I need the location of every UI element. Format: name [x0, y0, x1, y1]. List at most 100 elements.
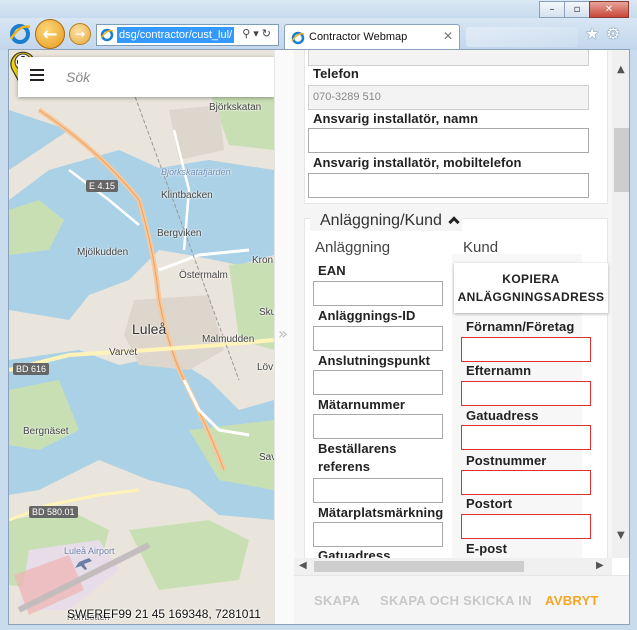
previous-field-input[interactable]: [308, 50, 589, 66]
browser-navbar: ← → dsg/contractor/cust_lul/ ⚲▾↻ Contrac…: [0, 18, 637, 50]
postnummer-input[interactable]: [461, 470, 591, 495]
maximize-button[interactable]: ▫: [564, 1, 590, 18]
road-shield-bd616: BD 616: [13, 363, 50, 375]
settings-gear-icon[interactable]: ⚙: [606, 24, 620, 43]
postort-input[interactable]: [461, 514, 591, 539]
ean-label: EAN: [318, 263, 346, 278]
form-scroll-area[interactable]: Telefon 070-3289 510 Ansvarig installatö…: [294, 50, 612, 558]
close-window-button[interactable]: ✕: [589, 1, 629, 18]
tab-close-icon[interactable]: ✕: [443, 29, 453, 43]
installer-mobile-input[interactable]: [308, 173, 589, 198]
cancel-button[interactable]: AVBRYT: [545, 593, 599, 608]
anlaggning-kund-section-header[interactable]: Anläggning/Kund: [310, 211, 462, 231]
copy-address-button[interactable]: KOPIERA ANLÄGGNINGSADRESS: [454, 263, 608, 313]
tab-label: Contractor Webmap: [309, 31, 408, 43]
map-label-malmudden: Malmudden: [202, 334, 255, 345]
postnummer-label: Postnummer: [466, 453, 547, 468]
window-controls: – ▫ ✕: [539, 1, 629, 18]
horizontal-scrollbar[interactable]: ◀ ▶: [294, 558, 612, 575]
inactive-tab-area[interactable]: [466, 27, 578, 47]
matarplatsmarkning-label: Mätarplatsmärkning: [318, 505, 444, 520]
chevron-up-icon[interactable]: [448, 216, 460, 228]
matarplatsmarkning-input[interactable]: [313, 522, 443, 547]
address-url[interactable]: dsg/contractor/cust_lul/: [117, 27, 235, 43]
installer-name-label: Ansvarig installatör, namn: [313, 111, 479, 126]
bestallarens-referens-label: Beställarens referens: [318, 441, 397, 474]
anlaggnings-id-input[interactable]: [313, 326, 443, 351]
map-search-input[interactable]: [66, 65, 256, 89]
map-label-bergviken: Bergviken: [157, 228, 202, 239]
postort-label: Postort: [466, 496, 513, 511]
create-and-submit-button[interactable]: SKAPA OCH SKICKA IN: [380, 593, 532, 608]
panel-splitter[interactable]: »: [274, 50, 294, 624]
vertical-scrollbar[interactable]: ▲ ▼: [612, 50, 629, 558]
map-label-sav: Sav: [259, 452, 274, 463]
map-label-mjolkudden: Mjölkudden: [77, 247, 129, 258]
map-search-bar: [18, 57, 274, 97]
scroll-left-icon[interactable]: ◀: [299, 560, 307, 571]
scroll-right-icon[interactable]: ▶: [596, 560, 604, 571]
installer-card: Telefon 070-3289 510 Ansvarig installatö…: [304, 50, 608, 204]
form-panel: Telefon 070-3289 510 Ansvarig installatö…: [294, 50, 612, 624]
refresh-icon[interactable]: ↻: [262, 27, 274, 40]
browser-logo-icon: [9, 24, 31, 44]
favorites-star-icon[interactable]: ★: [585, 24, 599, 43]
map-label-lulea: Luleå: [132, 321, 167, 337]
ean-input[interactable]: [313, 281, 443, 306]
map-label-klintbacken: Klintbacken: [161, 190, 213, 201]
map[interactable]: Björkskatan Björkskatafjärden Klintbacke…: [9, 50, 274, 624]
fornamn-label: Förnamn/Företag: [466, 319, 575, 334]
address-tools: ⚲▾↻: [242, 27, 274, 40]
matarnummer-input[interactable]: [313, 414, 443, 439]
map-label-ostermalm: Östermalm: [179, 270, 228, 281]
scroll-up-icon[interactable]: ▲: [617, 64, 625, 75]
hamburger-menu-icon[interactable]: [30, 69, 44, 83]
site-favicon-icon: [100, 28, 114, 42]
anslutningspunkt-label: Anslutningspunkt: [318, 353, 431, 368]
installer-mobile-label: Ansvarig installatör, mobiltelefon: [313, 155, 522, 170]
epost-label: E-post: [466, 541, 508, 556]
dropdown-icon[interactable]: ▾: [253, 27, 262, 40]
road-shield-bd58001: BD 580.01: [29, 506, 78, 518]
arrow-right-icon: →: [74, 27, 86, 41]
address-bar[interactable]: dsg/contractor/cust_lul/ ⚲▾↻: [96, 24, 279, 46]
map-label-sku: Sku: [259, 307, 274, 318]
efternamn-input[interactable]: [461, 381, 591, 406]
telefon-label: Telefon: [313, 66, 359, 81]
page-viewport: Björkskatan Björkskatafjärden Klintbacke…: [8, 49, 630, 625]
double-chevron-right-icon[interactable]: »: [278, 324, 288, 343]
installer-name-input[interactable]: [308, 128, 589, 153]
map-label-kron: Kron: [252, 255, 274, 266]
back-button[interactable]: ←: [35, 19, 65, 49]
fornamn-input[interactable]: [461, 337, 591, 362]
anslutningspunkt-input[interactable]: [313, 370, 443, 395]
bestallarens-referens-input[interactable]: [313, 478, 443, 503]
map-label-bjorkskatafjarden: Björkskatafjärden: [161, 167, 231, 177]
efternamn-label: Efternamn: [466, 363, 532, 378]
map-coordinates: SWEREF99 21 45 169348, 7281011: [67, 607, 261, 621]
vertical-scroll-thumb[interactable]: [614, 128, 629, 192]
create-button[interactable]: SKAPA: [314, 593, 360, 608]
tab-contractor-webmap[interactable]: Contractor Webmap ✕: [284, 24, 460, 50]
form-footer: SKAPA SKAPA OCH SKICKA IN AVBRYT: [294, 575, 629, 624]
map-label-airport: Luleå Airport: [64, 546, 115, 556]
minimize-button[interactable]: –: [539, 1, 565, 18]
telefon-input[interactable]: 070-3289 510: [308, 85, 589, 110]
road-shield-e415: E 4.15: [86, 180, 119, 192]
arrow-left-icon: ←: [42, 23, 58, 45]
anlaggning-gatuadress-label: Gatuadress: [318, 548, 391, 558]
anlaggnings-id-label: Anläggnings-ID: [318, 308, 416, 323]
map-label-bjorkskatan: Björkskatan: [209, 102, 262, 113]
kund-gatuadress-input[interactable]: [461, 425, 591, 450]
matarnummer-label: Mätarnummer: [318, 397, 406, 412]
section-title: Anläggning/Kund: [320, 212, 442, 229]
forward-button[interactable]: →: [69, 23, 91, 45]
map-label-bergnaset: Bergnäset: [23, 426, 69, 437]
map-label-varvet: Varvet: [109, 347, 138, 358]
search-icon[interactable]: ⚲: [242, 27, 253, 40]
horizontal-scroll-thumb[interactable]: [314, 561, 524, 572]
window-titlebar: – ▫ ✕: [0, 0, 637, 20]
anlaggning-column-title: Anläggning: [315, 239, 391, 256]
scroll-down-icon[interactable]: ▼: [617, 530, 625, 541]
map-label-lov: Löv: [257, 362, 274, 373]
